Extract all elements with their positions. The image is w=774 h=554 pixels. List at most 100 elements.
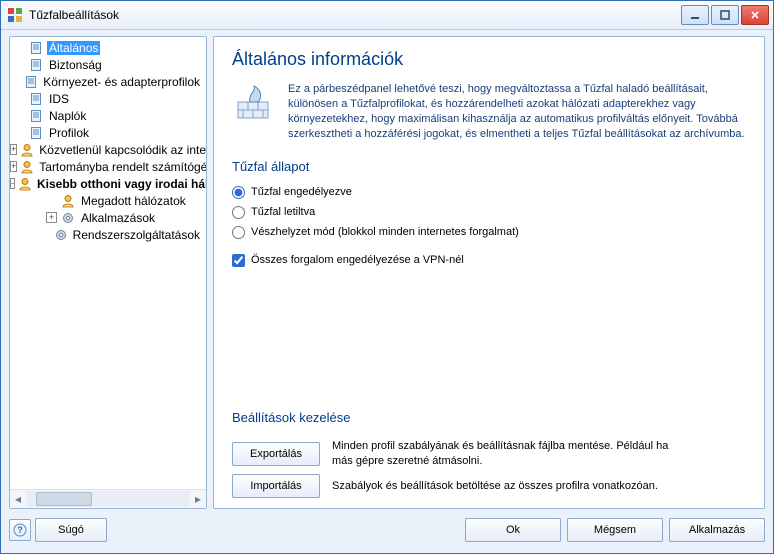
intro: Ez a párbeszédpanel lehetővé teszi, hogy… xyxy=(232,82,750,141)
twisty-none xyxy=(14,110,25,121)
tree-item[interactable]: Biztonság xyxy=(10,56,206,73)
cancel-button[interactable]: Mégsem xyxy=(567,518,663,542)
user-icon xyxy=(20,142,34,158)
user-icon xyxy=(18,176,32,192)
status-heading: Tűzfal állapot xyxy=(232,159,750,174)
tree-item-label: Közvetlenül kapcsolódik az internethez xyxy=(37,143,206,157)
expand-icon[interactable]: + xyxy=(46,212,57,223)
tree-item-label: Rendszerszolgáltatások xyxy=(71,228,202,242)
tree-item[interactable]: Naplók xyxy=(10,107,206,124)
page-icon xyxy=(28,40,44,56)
twisty-none xyxy=(14,59,25,70)
import-desc: Szabályok és beállítások betöltése az ös… xyxy=(332,479,658,493)
status-radio-input[interactable] xyxy=(232,186,245,199)
status-radio-input[interactable] xyxy=(232,206,245,219)
tree-item[interactable]: IDS xyxy=(10,90,206,107)
nav-tree-panel: Általános Biztonság Környezet- és adapterp… xyxy=(9,36,207,509)
tree-item-label: Megadott hálózatok xyxy=(79,194,188,208)
export-row: Exportálás Minden profil szabályának és … xyxy=(232,439,750,468)
user-icon xyxy=(60,193,76,209)
apply-button[interactable]: Alkalmazás xyxy=(669,518,765,542)
footer-right: Ok Mégsem Alkalmazás xyxy=(465,518,765,542)
tree-item-label: Környezet- és adapterprofilok xyxy=(41,75,202,89)
tree-item[interactable]: Környezet- és adapterprofilok xyxy=(10,73,206,90)
svg-text:?: ? xyxy=(17,525,23,535)
twisty-none xyxy=(14,127,25,138)
vpn-allow-label: Összes forgalom engedélyezése a VPN-nél xyxy=(251,254,464,266)
mgmt-heading: Beállítások kezelése xyxy=(232,410,750,425)
panels: Általános Biztonság Környezet- és adapterp… xyxy=(9,36,765,509)
twisty-none xyxy=(41,229,51,240)
tree-item-label: Kisebb otthoni vagy irodai hálózat xyxy=(35,177,206,191)
collapse-icon[interactable]: - xyxy=(10,178,15,189)
status-radios: Tűzfal engedélyezve Tűzfal letiltva Vészhe… xyxy=(232,182,750,242)
window-buttons xyxy=(681,5,769,25)
help-button[interactable]: Súgó xyxy=(35,518,107,542)
page-icon xyxy=(24,74,38,90)
tree-item-label: Általános xyxy=(47,41,100,55)
titlebar[interactable]: Tűzfalbeállítások xyxy=(1,1,773,30)
page-icon xyxy=(28,125,44,141)
tree-item[interactable]: + Alkalmazások xyxy=(10,209,206,226)
user-icon xyxy=(20,159,34,175)
tree-item[interactable]: Rendszerszolgáltatások xyxy=(10,226,206,243)
status-radio-label: Tűzfal engedélyezve xyxy=(251,186,352,198)
firewall-settings-window: Tűzfalbeállítások Általános Biztonság Körn… xyxy=(0,0,774,554)
scroll-left-icon[interactable]: ◂ xyxy=(10,491,26,507)
tree-item[interactable]: Profilok xyxy=(10,124,206,141)
twisty-none xyxy=(46,195,57,206)
tree-item[interactable]: - Kisebb otthoni vagy irodai hálózat xyxy=(10,175,206,192)
scroll-right-icon[interactable]: ▸ xyxy=(190,491,206,507)
content-panel: Általános információk Ez a párbeszédpane… xyxy=(213,36,765,509)
import-row: Importálás Szabályok és beállítások betö… xyxy=(232,474,750,498)
page-title: Általános információk xyxy=(232,49,750,70)
intro-text: Ez a párbeszédpanel lehetővé teszi, hogy… xyxy=(288,82,750,141)
page-icon xyxy=(28,108,44,124)
client-area: Általános Biztonság Környezet- és adapterp… xyxy=(1,30,773,553)
status-radio[interactable]: Tűzfal engedélyezve xyxy=(232,182,750,202)
maximize-button[interactable] xyxy=(711,5,739,25)
import-button[interactable]: Importálás xyxy=(232,474,320,498)
footer-left: ? Súgó xyxy=(9,518,107,542)
expand-icon[interactable]: + xyxy=(10,144,17,155)
nav-tree[interactable]: Általános Biztonság Környezet- és adapterp… xyxy=(10,37,206,489)
ok-button[interactable]: Ok xyxy=(465,518,561,542)
page-icon xyxy=(28,57,44,73)
twisty-none xyxy=(13,76,21,87)
scroll-thumb[interactable] xyxy=(36,492,92,506)
tree-item[interactable]: + Tartományba rendelt számítógép xyxy=(10,158,206,175)
status-radio-label: Tűzfal letiltva xyxy=(251,206,315,218)
gear-icon xyxy=(54,227,68,243)
tree-hscrollbar[interactable]: ◂ ▸ xyxy=(10,489,206,508)
status-radio-label: Vészhelyzet mód (blokkol minden internet… xyxy=(251,226,519,238)
page-icon xyxy=(28,91,44,107)
tree-item[interactable]: + Közvetlenül kapcsolódik az internethez xyxy=(10,141,206,158)
help-icon[interactable]: ? xyxy=(9,519,31,541)
tree-item-label: Naplók xyxy=(47,109,88,123)
tree-item[interactable]: Megadott hálózatok xyxy=(10,192,206,209)
twisty-none xyxy=(14,93,25,104)
window-title: Tűzfalbeállítások xyxy=(29,8,681,22)
app-icon xyxy=(7,7,23,23)
footer: ? Súgó Ok Mégsem Alkalmazás xyxy=(9,515,765,545)
tree-item-label: IDS xyxy=(47,92,71,106)
vpn-allow-checkbox[interactable] xyxy=(232,254,245,267)
firewall-icon xyxy=(232,82,274,141)
scroll-track[interactable] xyxy=(26,491,190,507)
status-radio[interactable]: Vészhelyzet mód (blokkol minden internet… xyxy=(232,222,750,242)
tree-item-label: Biztonság xyxy=(47,58,104,72)
tree-item-label: Alkalmazások xyxy=(79,211,157,225)
twisty-none xyxy=(14,42,25,53)
tree-item[interactable]: Általános xyxy=(10,39,206,56)
tree-item-label: Profilok xyxy=(47,126,91,140)
gear-icon xyxy=(60,210,76,226)
tree-item-label: Tartományba rendelt számítógép xyxy=(37,160,206,174)
status-radio-input[interactable] xyxy=(232,226,245,239)
status-radio[interactable]: Tűzfal letiltva xyxy=(232,202,750,222)
minimize-button[interactable] xyxy=(681,5,709,25)
export-desc: Minden profil szabályának és beállításna… xyxy=(332,439,692,468)
vpn-allow-check[interactable]: Összes forgalom engedélyezése a VPN-nél xyxy=(232,250,750,270)
export-button[interactable]: Exportálás xyxy=(232,442,320,466)
close-button[interactable] xyxy=(741,5,769,25)
expand-icon[interactable]: + xyxy=(10,161,17,172)
